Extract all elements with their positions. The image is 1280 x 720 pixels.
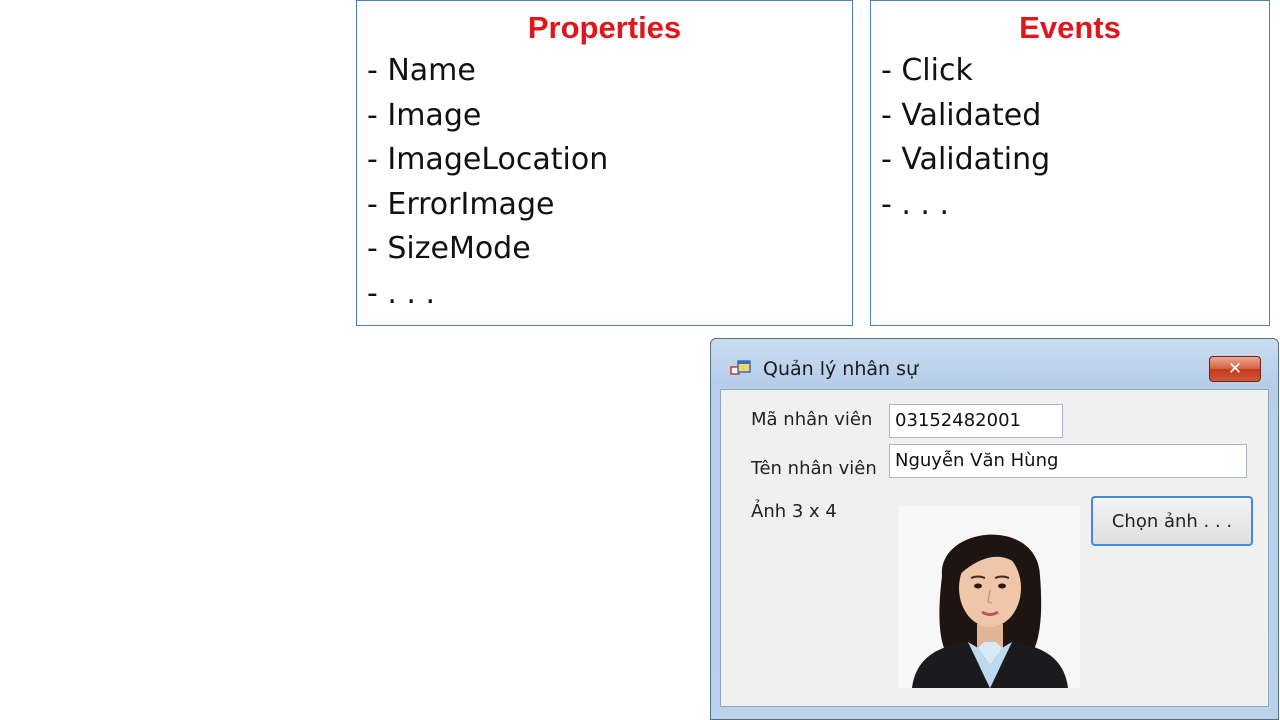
employee-form-window: Quản lý nhân sự ✕ Mã nhân viên 031524820… xyxy=(710,338,1279,720)
choose-photo-button[interactable]: Chọn ảnh . . . xyxy=(1091,496,1253,546)
property-item-errorimage: - ErrorImage xyxy=(367,186,555,222)
property-item-name: - Name xyxy=(367,53,476,88)
events-panel: Events - Click - Validated - Validating … xyxy=(870,0,1270,326)
event-item-validating: - Validating xyxy=(881,142,1051,177)
event-item-validated: - Validated xyxy=(881,97,1042,133)
event-item-more: - . . . xyxy=(881,186,950,222)
properties-panel: Properties - Name - Image - ImageLocatio… xyxy=(356,0,853,326)
app-icon xyxy=(730,360,752,378)
employee-id-input[interactable]: 03152482001 xyxy=(889,404,1063,438)
form-client-area: Mã nhân viên 03152482001 Tên nhân viên N… xyxy=(720,389,1269,707)
property-item-sizemode: - SizeMode xyxy=(367,231,531,266)
photo-label: Ảnh 3 x 4 xyxy=(751,501,837,522)
close-icon: ✕ xyxy=(1227,359,1243,379)
employee-name-label: Tên nhân viên xyxy=(751,458,877,479)
employee-id-label: Mã nhân viên xyxy=(751,409,873,430)
property-item-image: - Image xyxy=(367,97,482,133)
window-title: Quản lý nhân sự xyxy=(763,358,919,380)
window-titlebar[interactable]: Quản lý nhân sự ✕ xyxy=(711,339,1278,389)
portrait-photo[interactable] xyxy=(898,506,1080,688)
close-button[interactable]: ✕ xyxy=(1209,356,1261,382)
property-item-imagelocation: - ImageLocation xyxy=(367,142,609,177)
events-list: - Click - Validated - Validating - . . . xyxy=(871,49,1269,227)
event-item-click: - Click xyxy=(881,53,973,88)
properties-title: Properties xyxy=(527,10,682,45)
property-item-more: - . . . xyxy=(367,275,436,311)
employee-name-input[interactable]: Nguyễn Văn Hùng xyxy=(889,444,1247,478)
events-title: Events xyxy=(1019,10,1121,45)
properties-list: - Name - Image - ImageLocation - ErrorIm… xyxy=(357,49,852,316)
